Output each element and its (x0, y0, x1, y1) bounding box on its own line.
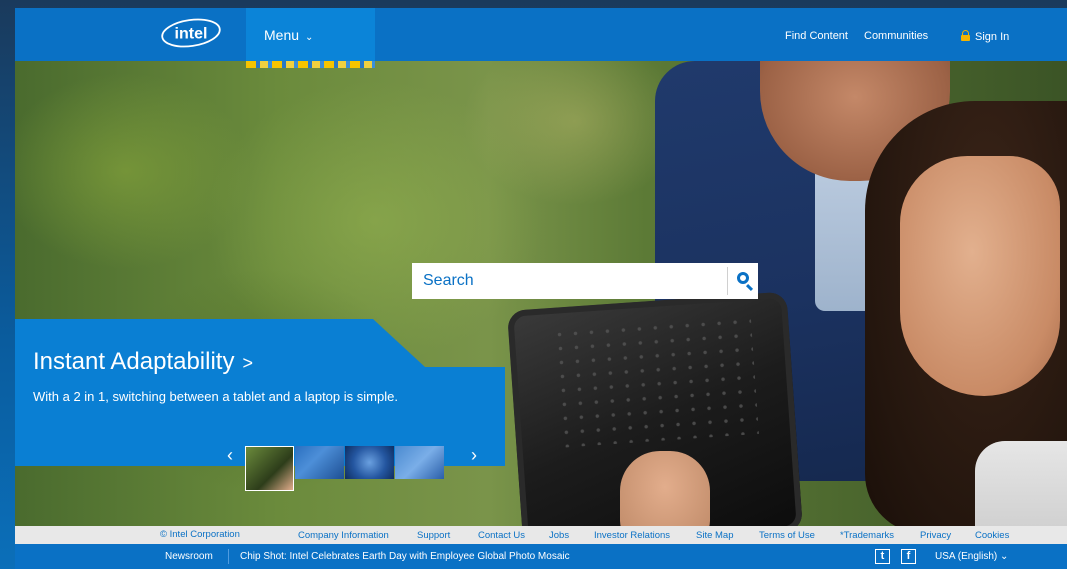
carousel-thumbnail-3[interactable] (345, 446, 394, 479)
menu-decor-stripe (246, 61, 375, 68)
footer-link-support[interactable]: Support (417, 530, 450, 541)
lock-icon (961, 30, 970, 41)
menu-button-label: Menu (264, 27, 300, 43)
promo-title-link[interactable]: Instant Adaptability > (33, 348, 253, 376)
locale-selector[interactable]: USA (English) ⌄ (935, 551, 1008, 562)
footer-link-jobs[interactable]: Jobs (549, 530, 569, 541)
footer-link-cookies[interactable]: Cookies (975, 530, 1009, 541)
page-viewport: intel Menu ⌄ Find Content Communities Sig… (15, 8, 1067, 569)
twitter-icon[interactable]: t (875, 549, 890, 564)
search-input[interactable] (412, 263, 727, 299)
copyright-text: © Intel Corporation (160, 529, 240, 540)
news-headline-link[interactable]: Chip Shot: Intel Celebrates Earth Day wi… (240, 551, 570, 562)
carousel-next-button[interactable]: › (471, 445, 477, 466)
chevron-down-icon: ⌄ (305, 32, 314, 43)
promo-title-arrow: > (242, 353, 253, 373)
carousel-thumbnail-4[interactable] (395, 446, 444, 479)
promo-subtitle: With a 2 in 1, switching between a table… (33, 389, 398, 404)
footer-link-site-map[interactable]: Site Map (696, 530, 734, 541)
promo-title: Instant Adaptability (33, 348, 235, 375)
news-divider (228, 549, 229, 564)
carousel-thumbnail-1[interactable] (245, 446, 294, 491)
find-content-link[interactable]: Find Content (785, 30, 848, 42)
footer-link-privacy[interactable]: Privacy (920, 530, 951, 541)
search-box (412, 263, 758, 299)
facebook-icon[interactable]: f (901, 549, 916, 564)
carousel-thumbnail-2[interactable] (295, 446, 344, 479)
menu-button[interactable]: Menu ⌄ (246, 8, 375, 68)
intel-logo-text: intel (175, 26, 208, 43)
carousel-prev-button[interactable]: ‹ (227, 445, 233, 466)
news-bar: Newsroom Chip Shot: Intel Celebrates Ear… (15, 544, 1067, 569)
hero-tablet-keys (551, 314, 759, 448)
footer-link-contact-us[interactable]: Contact Us (478, 530, 525, 541)
hero-woman-body (975, 441, 1067, 534)
newsroom-link[interactable]: Newsroom (165, 551, 213, 562)
locale-label: USA (English) (935, 551, 998, 562)
intel-logo[interactable]: intel (160, 18, 222, 48)
sign-in-link[interactable]: Sign In (961, 30, 1009, 43)
footer-link-investor-relations[interactable]: Investor Relations (594, 530, 670, 541)
communities-link[interactable]: Communities (864, 30, 928, 42)
hero-woman-face (900, 156, 1060, 396)
footer-link-terms-of-use[interactable]: Terms of Use (759, 530, 815, 541)
top-navbar: intel Menu ⌄ Find Content Communities Sig… (15, 8, 1067, 68)
footer-link-company-information[interactable]: Company Information (298, 530, 389, 541)
search-icon (737, 272, 749, 284)
sign-in-label: Sign In (975, 31, 1010, 43)
footer-link-trademarks[interactable]: *Trademarks (840, 530, 894, 541)
footer-links-bar: © Intel Corporation Company Information … (15, 526, 1067, 544)
search-button[interactable] (727, 267, 758, 295)
chevron-down-icon: ⌄ (1000, 551, 1009, 562)
